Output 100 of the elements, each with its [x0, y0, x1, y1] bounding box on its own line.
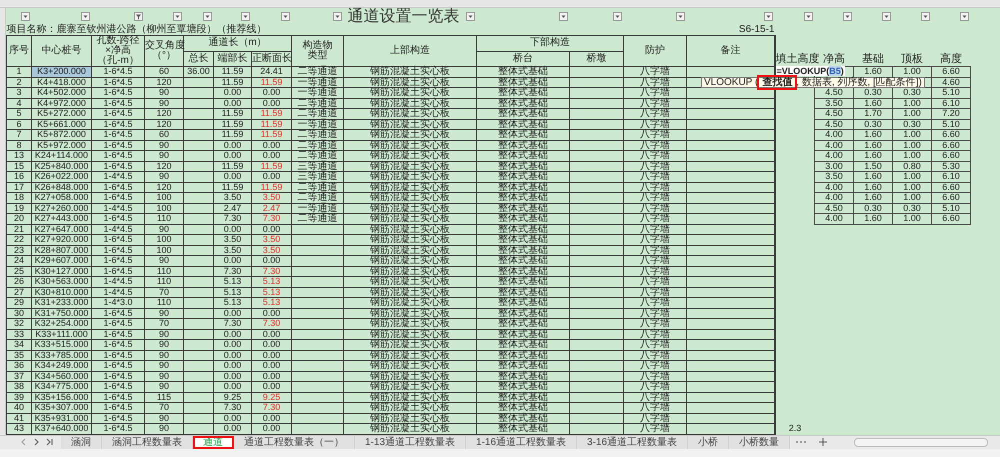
table-cell: 1-6*4.5 [103, 140, 133, 150]
station-cell[interactable]: K33+111.000 [32, 329, 92, 340]
station-cell[interactable]: K5+872.000 [32, 130, 92, 140]
table-cell: 90 [158, 350, 169, 360]
station-cell[interactable]: K26+848.000 [32, 182, 92, 192]
sheet-tab[interactable]: 3-16通道工程数量表 [577, 436, 688, 448]
station-cell[interactable]: K37+640.000 [32, 424, 92, 434]
table-cell: 整体式基础 [498, 192, 548, 203]
station-cell[interactable]: K24+114.000 [32, 150, 92, 161]
station-cell[interactable]: K34+560.000 [32, 371, 92, 382]
sheet-tab[interactable]: 通道工程数量表（一） [234, 436, 355, 448]
station-cell[interactable]: K4+502.000 [32, 88, 92, 98]
station-cell[interactable]: K35+931.000 [32, 413, 92, 424]
table-cell: 整体式基础 [498, 129, 548, 140]
station-cell[interactable]: K27+920.000 [32, 234, 92, 245]
station-cell[interactable]: K33+515.000 [32, 340, 92, 350]
filter-dropdown-icon[interactable] [764, 12, 772, 21]
table-cell: 八字墙 [640, 118, 670, 130]
station-cell[interactable]: K4+972.000 [32, 98, 92, 108]
table-cell: 0.00 [224, 328, 242, 338]
table-cell: 18 [14, 192, 24, 202]
column-header: 类型 [306, 51, 328, 61]
filter-dropdown-icon[interactable] [842, 12, 852, 21]
filter-dropdown-icon[interactable] [202, 12, 212, 21]
station-cell[interactable]: K27+058.000 [32, 192, 92, 203]
station-cell[interactable]: K5+272.000 [32, 108, 92, 119]
table-cell: 8 [16, 140, 22, 150]
table-cell: 整体式基础 [498, 350, 548, 360]
sheet-tab[interactable]: 1-16通道工程数量表 [466, 436, 578, 448]
table-cell: 整体式基础 [498, 392, 548, 402]
station-cell[interactable]: K30+127.000 [32, 266, 92, 276]
next-sheet-icon[interactable] [33, 438, 40, 446]
filter-funnel-icon[interactable] [134, 12, 142, 21]
station-cell[interactable]: K30+810.000 [32, 287, 92, 298]
filter-dropdown-icon[interactable] [280, 12, 290, 21]
column-header: 防护 [644, 46, 666, 56]
table-cell: 一等通道 [298, 202, 338, 214]
formula-text[interactable]: =VLOOKUP(B5) [776, 66, 845, 76]
last-sheet-icon[interactable] [46, 438, 53, 446]
table-cell: 1-6*4.5 [103, 423, 133, 433]
station-cell[interactable]: K4+418.000 [32, 77, 92, 88]
filter-dropdown-icon[interactable] [172, 12, 182, 21]
table-cell: 16 [14, 171, 24, 181]
table-cell: 八字墙 [640, 160, 670, 172]
station-cell[interactable]: K5+972.000 [32, 140, 92, 150]
table-cell: 八字墙 [640, 76, 670, 88]
table-cell: 2 [16, 76, 22, 86]
table-cell: 11.59 [260, 118, 282, 128]
filter-dropdown-icon[interactable] [558, 12, 568, 21]
station-cell[interactable]: K25+840.000 [32, 161, 92, 172]
sheet-tab[interactable]: 小桥 [688, 436, 730, 448]
table-cell: 八字墙 [640, 423, 670, 434]
filter-dropdown-icon[interactable] [80, 12, 90, 21]
station-cell[interactable]: K31+750.000 [32, 308, 92, 318]
filter-dropdown-icon[interactable] [882, 12, 890, 21]
table-cell: 0.00 [224, 339, 242, 349]
filter-dropdown-icon[interactable] [612, 12, 622, 21]
station-cell[interactable]: K35+307.000 [32, 402, 92, 413]
station-cell[interactable]: K26+022.000 [32, 172, 92, 182]
filter-dropdown-icon[interactable] [920, 12, 930, 21]
station-cell[interactable]: K33+785.000 [32, 350, 92, 360]
table-cell: 钢筋混凝土实心板 [370, 297, 450, 308]
station-cell[interactable]: K27+443.000 [32, 214, 92, 224]
table-cell: 90 [158, 308, 169, 318]
filter-dropdown-icon[interactable] [804, 12, 812, 21]
filter-dropdown-icon[interactable] [20, 12, 30, 21]
station-cell[interactable]: K27+647.000 [32, 224, 92, 234]
station-cell[interactable]: K34+775.000 [32, 382, 92, 392]
table-cell: 钢筋混凝土实心板 [370, 234, 450, 245]
station-cell[interactable]: K32+254.000 [32, 318, 92, 329]
table-cell: 115 [156, 392, 172, 402]
station-cell[interactable]: K5+661.000 [32, 119, 92, 130]
column-header: 上部构造 [389, 46, 431, 56]
horizontal-scrollbar[interactable] [854, 438, 988, 446]
table-cell: 钢筋混凝土实心板 [370, 360, 450, 371]
sheet-tab[interactable]: 涵洞 [61, 436, 102, 448]
station-cell[interactable]: K34+249.000 [32, 360, 92, 371]
station-cell[interactable]: K35+156.000 [32, 392, 92, 402]
table-cell: 整体式基础 [498, 370, 548, 382]
sheet-tab[interactable]: 涵洞工程数量表 [102, 436, 193, 448]
table-cell: 1.50 [864, 160, 882, 170]
add-sheet-icon[interactable] [817, 437, 830, 447]
column-header: 中心桩号 [40, 46, 82, 56]
station-cell[interactable]: K27+260.000 [32, 203, 92, 214]
sheet-tab[interactable]: 1-13通道工程数量表 [355, 436, 466, 448]
station-cell[interactable]: K28+807.000 [32, 245, 92, 256]
filter-dropdown-icon[interactable] [466, 12, 474, 21]
table-cell: 3.50 [224, 234, 242, 244]
filter-dropdown-icon[interactable] [676, 12, 684, 21]
table-cell: 90 [158, 140, 169, 150]
filter-dropdown-icon[interactable] [960, 12, 968, 21]
filter-dropdown-icon[interactable] [240, 12, 250, 21]
table-cell: 11.59 [222, 182, 244, 192]
station-cell[interactable]: K30+563.000 [32, 276, 92, 287]
filter-dropdown-icon[interactable] [332, 12, 342, 21]
station-cell[interactable]: K31+233.000 [32, 298, 92, 308]
sheet-tab[interactable]: 小桥数量 [729, 436, 790, 448]
table-cell: 4.00 [825, 140, 843, 150]
station-cell[interactable]: K29+607.000 [32, 256, 92, 266]
project-name: 项目名称：鹿寨至钦州港公路（柳州至覃塘段）（推荐线） [6, 24, 266, 36]
